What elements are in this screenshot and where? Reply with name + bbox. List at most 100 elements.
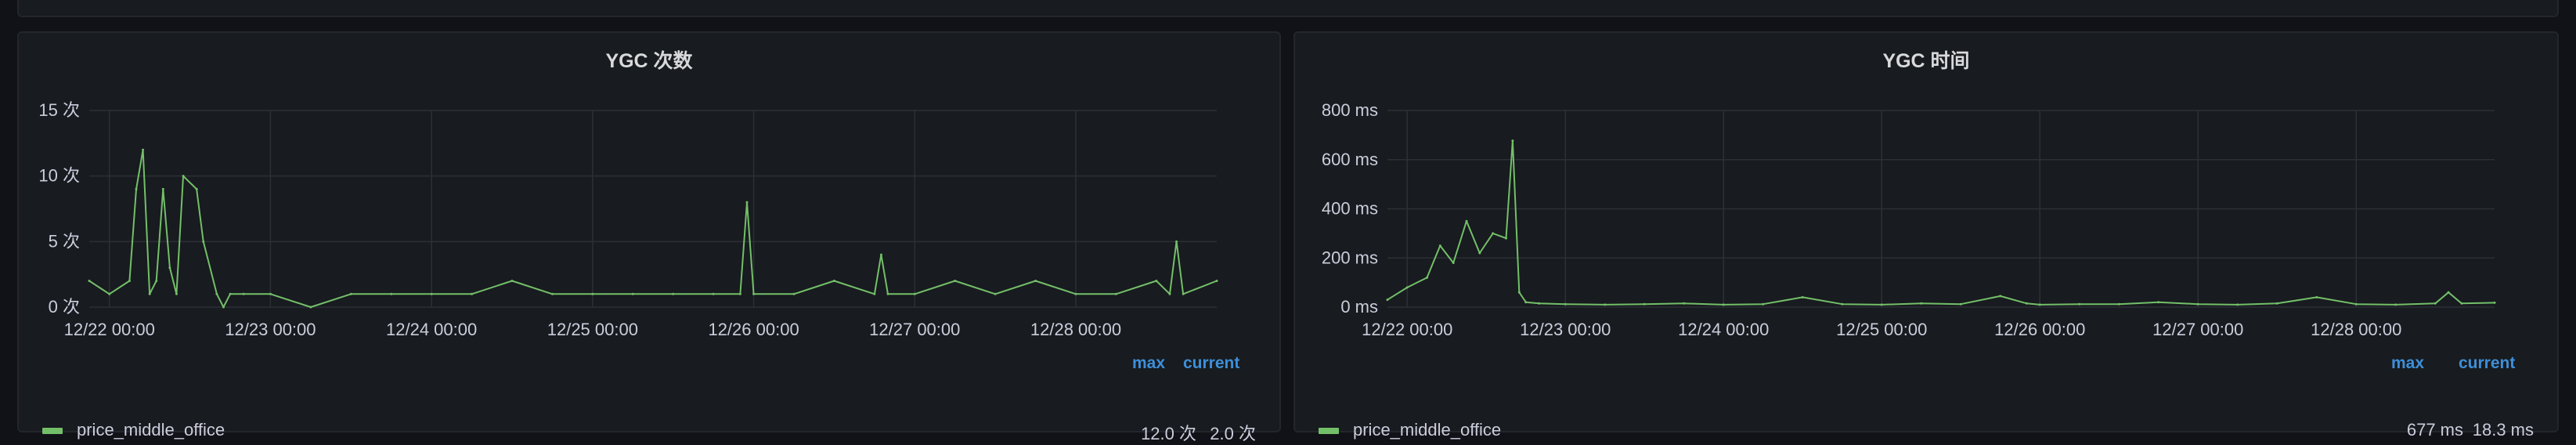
legend-row[interactable]: price_middle_office 677 ms 18.3 ms [1319, 420, 2534, 443]
series-color-swatch[interactable] [42, 428, 63, 434]
data-point[interactable] [2394, 303, 2397, 306]
data-point[interactable] [1215, 280, 1218, 283]
data-point[interactable] [2038, 303, 2041, 306]
data-point[interactable] [1505, 237, 1507, 240]
data-point[interactable] [1465, 219, 1468, 222]
data-point[interactable] [631, 292, 634, 295]
data-point[interactable] [1880, 303, 1883, 306]
data-point[interactable] [1405, 286, 1409, 289]
data-point[interactable] [2493, 301, 2496, 304]
data-point[interactable] [550, 292, 554, 295]
data-point[interactable] [148, 292, 151, 295]
series-line[interactable] [88, 149, 1218, 308]
data-point[interactable] [2196, 302, 2199, 306]
data-point[interactable] [182, 175, 185, 178]
data-point[interactable] [591, 292, 594, 295]
data-point[interactable] [309, 306, 312, 309]
data-point[interactable] [1478, 251, 1481, 255]
data-point[interactable] [1034, 280, 1037, 283]
data-point[interactable] [994, 292, 997, 295]
data-point[interactable] [222, 306, 225, 309]
data-point[interactable] [1074, 292, 1077, 295]
data-point[interactable] [471, 292, 474, 295]
data-point[interactable] [430, 292, 433, 295]
data-point[interactable] [1155, 280, 1158, 283]
data-point[interactable] [202, 240, 205, 243]
data-point[interactable] [1604, 303, 1607, 306]
data-point[interactable] [712, 292, 715, 295]
data-point[interactable] [269, 292, 272, 295]
data-point[interactable] [1168, 292, 1171, 295]
data-point[interactable] [1524, 301, 1528, 304]
data-point[interactable] [2460, 302, 2463, 305]
data-point[interactable] [1426, 276, 1428, 279]
data-point[interactable] [161, 187, 164, 190]
data-point[interactable] [1438, 244, 1441, 248]
series-line[interactable] [1387, 139, 2495, 306]
series-name[interactable]: price_middle_office [1353, 420, 1501, 440]
data-point[interactable] [1182, 292, 1185, 295]
data-point[interactable] [1492, 232, 1495, 235]
data-point[interactable] [1999, 295, 2002, 298]
data-point[interactable] [1175, 240, 1178, 243]
data-point[interactable] [672, 292, 675, 295]
data-point[interactable] [745, 201, 749, 204]
data-point[interactable] [215, 292, 218, 295]
data-point[interactable] [954, 280, 957, 283]
data-point[interactable] [1517, 291, 1521, 294]
data-point[interactable] [886, 292, 889, 295]
data-point[interactable] [2117, 302, 2120, 306]
data-point[interactable] [832, 280, 835, 283]
data-point[interactable] [128, 280, 131, 283]
data-point[interactable] [1538, 302, 1541, 305]
data-point[interactable] [1801, 295, 1804, 298]
legend-current-header[interactable]: current [1183, 354, 1239, 373]
data-point[interactable] [1683, 302, 1686, 305]
data-point[interactable] [1386, 298, 1389, 302]
legend-max-header[interactable]: max [1132, 354, 1165, 373]
series-color-swatch[interactable] [1319, 428, 1339, 434]
data-point[interactable] [142, 148, 145, 151]
data-point[interactable] [2236, 303, 2239, 306]
data-point[interactable] [1452, 262, 1455, 265]
data-point[interactable] [2025, 302, 2028, 305]
data-point[interactable] [242, 292, 245, 295]
data-point[interactable] [879, 253, 882, 256]
data-point[interactable] [229, 292, 232, 295]
data-point[interactable] [1511, 139, 1514, 143]
data-point[interactable] [1959, 302, 1962, 306]
legend-row[interactable]: price_middle_office 12.0 次 2.0 次 [42, 420, 1256, 443]
data-point[interactable] [1762, 302, 1765, 306]
series-name[interactable]: price_middle_office [77, 420, 225, 440]
data-point[interactable] [1920, 302, 1923, 305]
data-point[interactable] [738, 292, 741, 295]
data-point[interactable] [390, 292, 393, 295]
data-point[interactable] [2157, 301, 2160, 304]
data-point[interactable] [1564, 302, 1567, 306]
data-point[interactable] [1114, 292, 1117, 295]
data-point[interactable] [2433, 302, 2437, 305]
data-point[interactable] [2354, 302, 2358, 306]
data-point[interactable] [135, 187, 138, 190]
data-point[interactable] [88, 280, 91, 283]
data-point[interactable] [913, 292, 916, 295]
data-point[interactable] [175, 292, 178, 295]
data-point[interactable] [155, 280, 158, 283]
data-point[interactable] [1643, 302, 1646, 306]
data-point[interactable] [2078, 302, 2081, 306]
data-point[interactable] [108, 292, 111, 295]
data-point[interactable] [752, 292, 756, 295]
data-point[interactable] [2275, 302, 2278, 305]
data-point[interactable] [2447, 291, 2450, 294]
data-point[interactable] [873, 292, 876, 295]
data-point[interactable] [349, 292, 352, 295]
data-point[interactable] [1722, 303, 1725, 306]
data-point[interactable] [168, 266, 171, 270]
legend-max-header[interactable]: max [2391, 354, 2424, 373]
data-point[interactable] [511, 280, 514, 283]
data-point[interactable] [195, 187, 198, 190]
legend-current-header[interactable]: current [2459, 354, 2515, 373]
data-point[interactable] [1841, 302, 1844, 306]
data-point[interactable] [792, 292, 796, 295]
data-point[interactable] [2315, 295, 2318, 298]
